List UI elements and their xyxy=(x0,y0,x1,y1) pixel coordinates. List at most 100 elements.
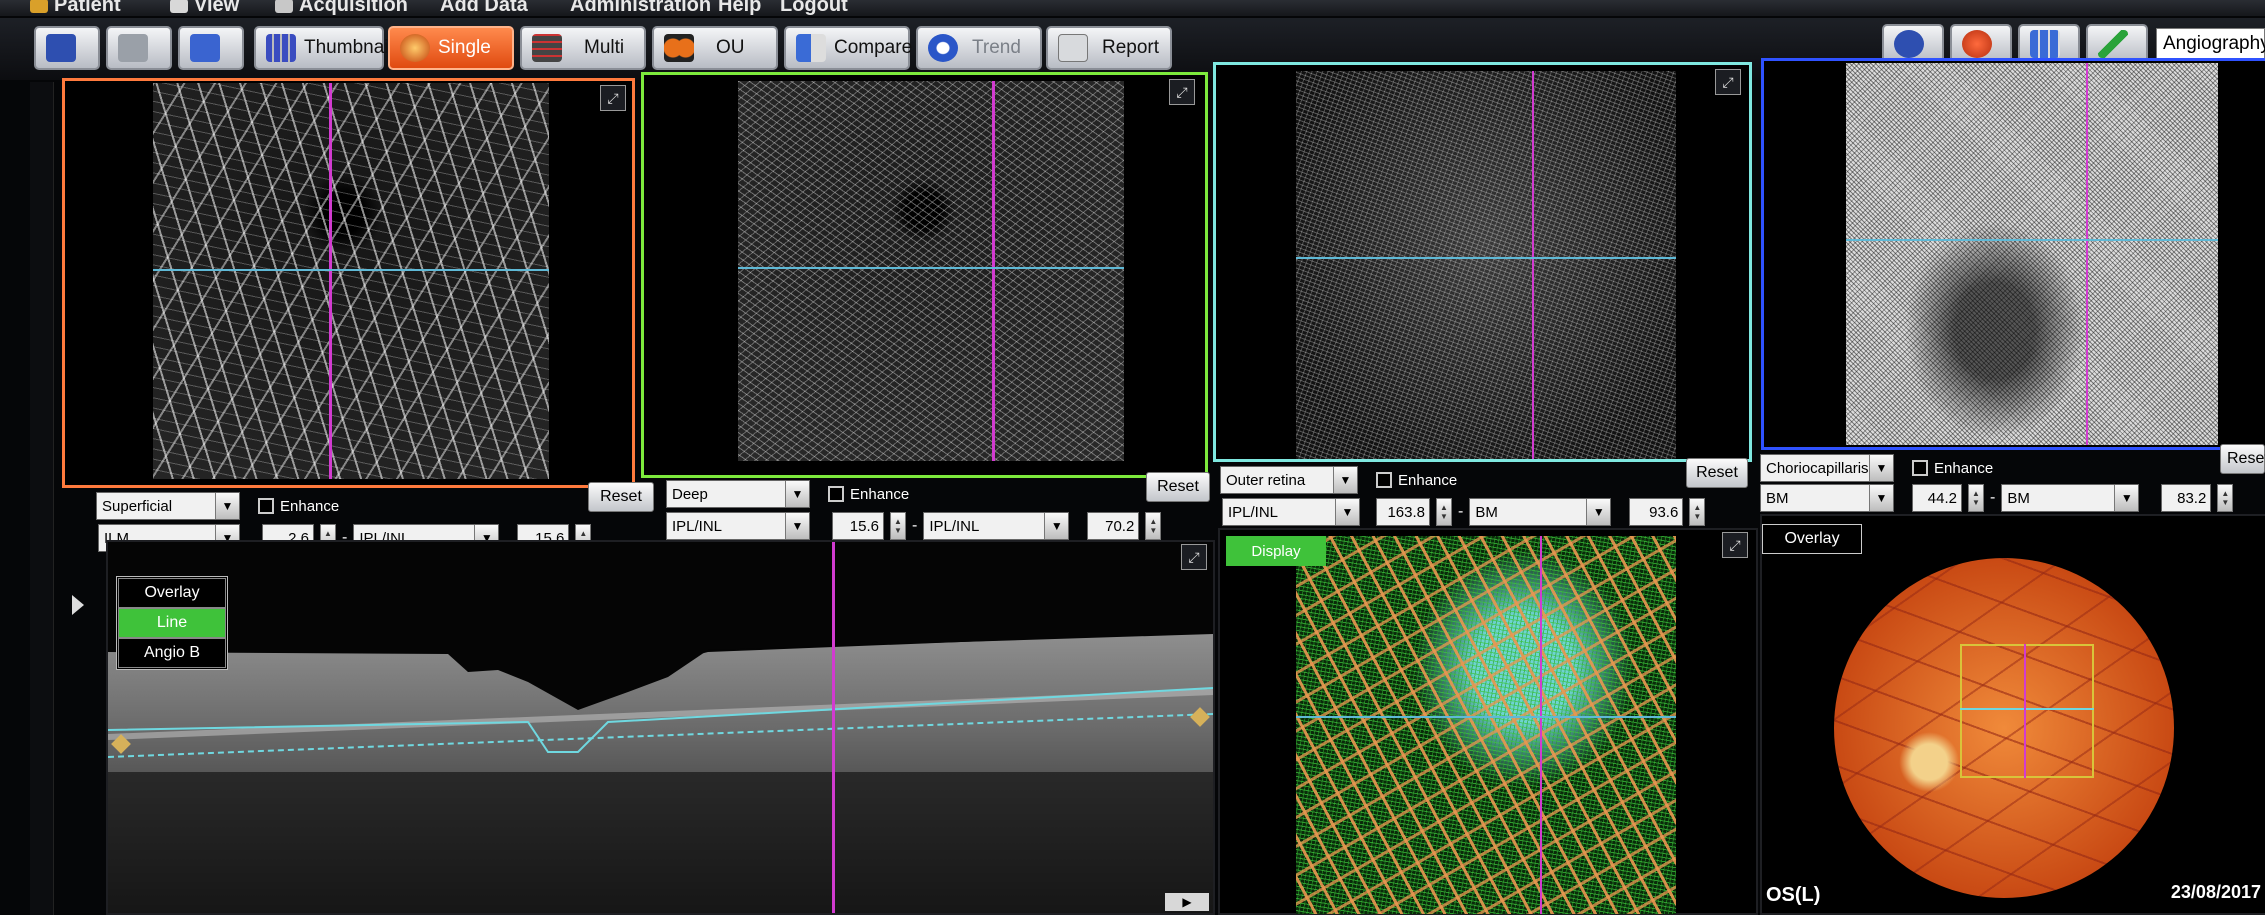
eye-icon xyxy=(170,0,188,13)
chevron-down-icon: ▼ xyxy=(1333,467,1357,493)
magenta-position-line[interactable] xyxy=(1532,71,1534,459)
expand-icon[interactable]: ⤢ xyxy=(1722,532,1748,558)
menu-patient[interactable]: Patient xyxy=(30,0,121,17)
deep-angio-panel[interactable]: ⤢ xyxy=(641,72,1208,478)
expand-icon[interactable]: ⤢ xyxy=(1181,544,1207,570)
line-button[interactable]: Line xyxy=(118,608,226,638)
spinner[interactable]: ▲▼ xyxy=(890,512,906,540)
expand-icon[interactable]: ⤢ xyxy=(1715,69,1741,95)
enhance-checkbox[interactable] xyxy=(1912,460,1928,476)
layer-select[interactable]: Outer retina ▼ xyxy=(1220,466,1358,494)
print-button[interactable] xyxy=(106,26,172,70)
enhance-checkbox[interactable] xyxy=(258,498,274,514)
cyan-position-line[interactable] xyxy=(1846,239,2218,241)
bottom-offset-field[interactable]: 83.2 xyxy=(2161,484,2212,512)
chevron-down-icon: ▼ xyxy=(2114,485,2139,511)
spinner[interactable]: ▲▼ xyxy=(1436,498,1452,526)
eye-label: OS(L) xyxy=(1766,884,1821,906)
magenta-position-line[interactable] xyxy=(1540,536,1542,914)
printer-icon xyxy=(118,34,148,62)
deep-angio-image[interactable] xyxy=(738,81,1124,461)
cyan-position-line[interactable] xyxy=(1296,716,1676,718)
enhance-checkbox[interactable] xyxy=(1376,472,1392,488)
single-button[interactable]: Single xyxy=(388,26,514,70)
layer-select[interactable]: Choriocapillaris ▼ xyxy=(1760,454,1894,482)
cyan-position-line[interactable] xyxy=(1296,257,1676,259)
mode-select[interactable]: Angiography xyxy=(2156,28,2265,62)
top-offset-field[interactable]: 44.2 xyxy=(1912,484,1962,512)
expand-icon[interactable]: ⤢ xyxy=(1169,79,1195,105)
top-boundary-select[interactable]: IPL/INL ▼ xyxy=(666,512,810,540)
export-icon xyxy=(190,34,220,62)
magenta-position-line[interactable] xyxy=(832,542,835,913)
bottom-boundary-select[interactable]: BM ▼ xyxy=(2001,484,2140,512)
spinner[interactable]: ▲▼ xyxy=(1968,484,1984,512)
menu-logout[interactable]: Logout xyxy=(780,0,848,17)
cyan-position-line[interactable] xyxy=(153,269,549,271)
overlay-button[interactable]: Overlay xyxy=(1762,524,1862,554)
composite-angio-image[interactable] xyxy=(1296,536,1676,914)
thumbnail-button[interactable]: Thumbnail xyxy=(254,26,393,70)
bottom-boundary-select[interactable]: BM ▼ xyxy=(1469,498,1612,526)
angio-b-button[interactable]: Angio B xyxy=(118,638,226,668)
spinner[interactable]: ▲▼ xyxy=(1689,498,1706,526)
superficial-angio-image[interactable] xyxy=(153,83,549,479)
bottom-offset-field[interactable]: 70.2 xyxy=(1087,512,1140,540)
magenta-position-line[interactable] xyxy=(992,81,995,461)
fundus-magenta-line xyxy=(2024,644,2026,778)
report-button[interactable]: Report xyxy=(1046,26,1172,70)
magenta-position-line[interactable] xyxy=(2086,63,2088,445)
scroll-right-arrow-icon[interactable]: ▶ xyxy=(1165,893,1209,911)
layer-select[interactable]: Deep ▼ xyxy=(666,480,810,508)
top-offset-field[interactable]: 15.6 xyxy=(832,512,884,540)
trend-button[interactable]: Trend xyxy=(916,26,1042,70)
export-button[interactable] xyxy=(178,26,244,70)
slab-controls-superficial: Superficial ▼ Enhance xyxy=(96,492,339,520)
multi-button[interactable]: Multi xyxy=(520,26,646,70)
compare-button[interactable]: Compare xyxy=(784,26,912,70)
menu-add-data[interactable]: Add Data xyxy=(440,0,528,17)
layout-icon xyxy=(2030,30,2060,58)
bottom-boundary-select[interactable]: IPL/INL ▼ xyxy=(923,512,1070,540)
reset-button[interactable]: Reset xyxy=(1146,472,1210,502)
reset-button[interactable]: Reset xyxy=(2220,444,2265,474)
menu-view[interactable]: View xyxy=(170,0,239,17)
enhance-checkbox[interactable] xyxy=(828,486,844,502)
pen-icon xyxy=(2098,30,2128,58)
compare-icon xyxy=(796,34,826,62)
scan-area-box[interactable] xyxy=(1960,644,2094,778)
choriocapillaris-angio-panel[interactable] xyxy=(1761,58,2265,450)
slab-boundaries-deep: IPL/INL ▼ 15.6 ▲ ▼ - IPL/INL ▼ 70.2 ▲ ▼ xyxy=(666,512,1162,540)
spinner[interactable]: ▲▼ xyxy=(2217,484,2234,512)
bottom-offset-field[interactable]: 93.6 xyxy=(1629,498,1684,526)
menu-bar: Patient View Acquisition Add Data Admini… xyxy=(0,0,2265,16)
reset-button[interactable]: Reset xyxy=(1686,458,1748,488)
expand-icon[interactable]: ⤢ xyxy=(600,85,626,111)
layer-select[interactable]: Superficial ▼ xyxy=(96,492,240,520)
magenta-position-line[interactable] xyxy=(329,83,332,479)
menu-administration[interactable]: Administration xyxy=(570,0,711,17)
top-boundary-select[interactable]: IPL/INL ▼ xyxy=(1222,498,1360,526)
top-offset-field[interactable]: 163.8 xyxy=(1376,498,1430,526)
display-button[interactable]: Display xyxy=(1226,536,1326,566)
reset-button[interactable]: Reset xyxy=(588,482,654,512)
expand-sidebar-arrow-icon[interactable] xyxy=(72,595,84,615)
fundus-panel[interactable]: Overlay OS(L) 23/08/2017 xyxy=(1760,514,2265,915)
menu-help[interactable]: Help xyxy=(718,0,761,17)
save-button[interactable] xyxy=(34,26,100,70)
menu-acquisition[interactable]: Acquisition xyxy=(275,0,408,17)
composite-angio-panel[interactable]: Display ⤢ xyxy=(1218,528,1758,915)
b-scan-panel[interactable]: ⤢ Overlay Line Angio B ▶ xyxy=(106,540,1215,915)
slab-boundaries-outer-retina: IPL/INL ▼ 163.8 ▲ ▼ - BM ▼ 93.6 ▲ ▼ xyxy=(1222,498,1706,526)
ou-button[interactable]: OU xyxy=(652,26,778,70)
outer-retina-angio-image[interactable] xyxy=(1296,71,1676,459)
choriocapillaris-angio-image[interactable] xyxy=(1846,63,2218,445)
top-boundary-select[interactable]: BM ▼ xyxy=(1760,484,1894,512)
b-scan-image[interactable] xyxy=(108,542,1213,913)
overlay-button[interactable]: Overlay xyxy=(118,578,226,608)
both-eyes-icon xyxy=(664,34,694,62)
superficial-angio-panel[interactable]: ⤢ xyxy=(62,78,635,488)
outer-retina-angio-panel[interactable]: ⤢ xyxy=(1213,62,1752,462)
cyan-position-line[interactable] xyxy=(738,267,1124,269)
spinner[interactable]: ▲▼ xyxy=(1145,512,1162,540)
